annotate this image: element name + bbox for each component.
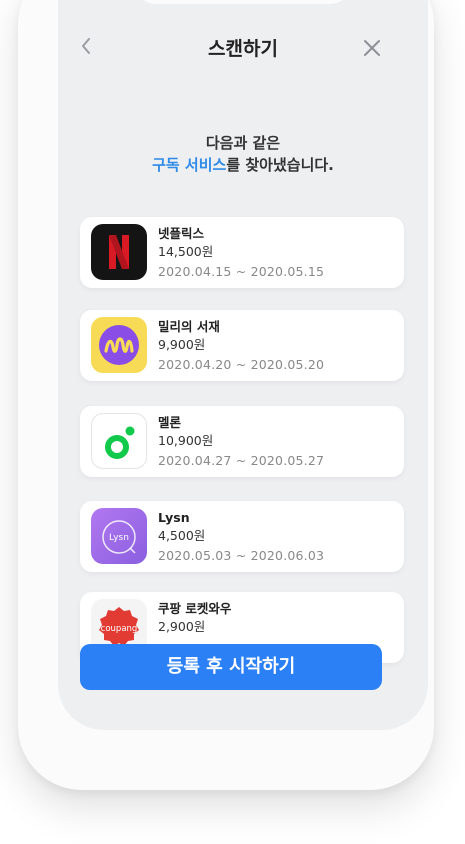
lysn-icon-text: Lysn (109, 533, 129, 543)
subscription-name: 넷플릭스 (158, 226, 205, 241)
phone-notch (134, 0, 352, 4)
app-screen: 스캔하기 다음과 같은 구독 서비스를 찾아냈습니다. 넷플릭스 14,500원… (58, 0, 428, 730)
headline-line2: 구독 서비스를 찾아냈습니다. (58, 154, 428, 176)
headline-accent: 구독 서비스 (152, 156, 227, 174)
subscription-info: Lysn 4,500원 2020.05.03 ~ 2020.06.03 (158, 509, 324, 567)
headline-rest: 를 찾아냈습니다. (226, 156, 334, 174)
subscription-info: 넷플릭스 14,500원 2020.04.15 ~ 2020.05.15 (158, 225, 324, 283)
register-start-button[interactable]: 등록 후 시작하기 (80, 644, 382, 690)
subscription-period: 2020.04.15 ~ 2020.05.15 (158, 264, 325, 279)
subscription-period: 2020.04.27 ~ 2020.05.27 (158, 453, 325, 468)
subscription-name: 멜론 (158, 415, 182, 430)
subscription-card-netflix[interactable]: 넷플릭스 14,500원 2020.04.15 ~ 2020.05.15 (80, 217, 404, 288)
subscription-name: 밀리의 서재 (158, 319, 220, 334)
close-icon[interactable] (360, 36, 384, 60)
subscription-card-millie[interactable]: 밀리의 서재 9,900원 2020.04.20 ~ 2020.05.20 (80, 310, 404, 381)
subscription-info: 밀리의 서재 9,900원 2020.04.20 ~ 2020.05.20 (158, 318, 324, 376)
subscription-name: Lysn (158, 510, 190, 525)
subscription-info: 쿠팡 로켓와우 2,900원 (158, 600, 231, 636)
phone-frame: 스캔하기 다음과 같은 구독 서비스를 찾아냈습니다. 넷플릭스 14,500원… (18, 0, 434, 790)
subscription-info: 멜론 10,900원 2020.04.27 ~ 2020.05.27 (158, 414, 324, 472)
melon-icon (91, 413, 147, 469)
netflix-icon (91, 224, 147, 280)
subscription-price: 10,900원 (158, 433, 214, 448)
subscription-period: 2020.04.20 ~ 2020.05.20 (158, 357, 325, 372)
subscription-price: 4,500원 (158, 528, 206, 543)
subscription-name: 쿠팡 로켓와우 (158, 601, 232, 616)
millie-icon (91, 317, 147, 373)
headline-line1: 다음과 같은 (205, 134, 281, 152)
subscription-price: 2,900원 (158, 619, 206, 634)
lysn-icon: Lysn (91, 508, 147, 564)
subscription-price: 9,900원 (158, 337, 206, 352)
coupang-icon-text: coupang (101, 624, 138, 634)
subscription-card-melon[interactable]: 멜론 10,900원 2020.04.27 ~ 2020.05.27 (80, 406, 404, 477)
scan-result-headline: 다음과 같은 구독 서비스를 찾아냈습니다. (58, 132, 428, 176)
subscription-card-lysn[interactable]: Lysn Lysn 4,500원 2020.05.03 ~ 2020.06.03 (80, 501, 404, 572)
subscription-price: 14,500원 (158, 244, 214, 259)
subscription-period: 2020.05.03 ~ 2020.06.03 (158, 548, 325, 563)
